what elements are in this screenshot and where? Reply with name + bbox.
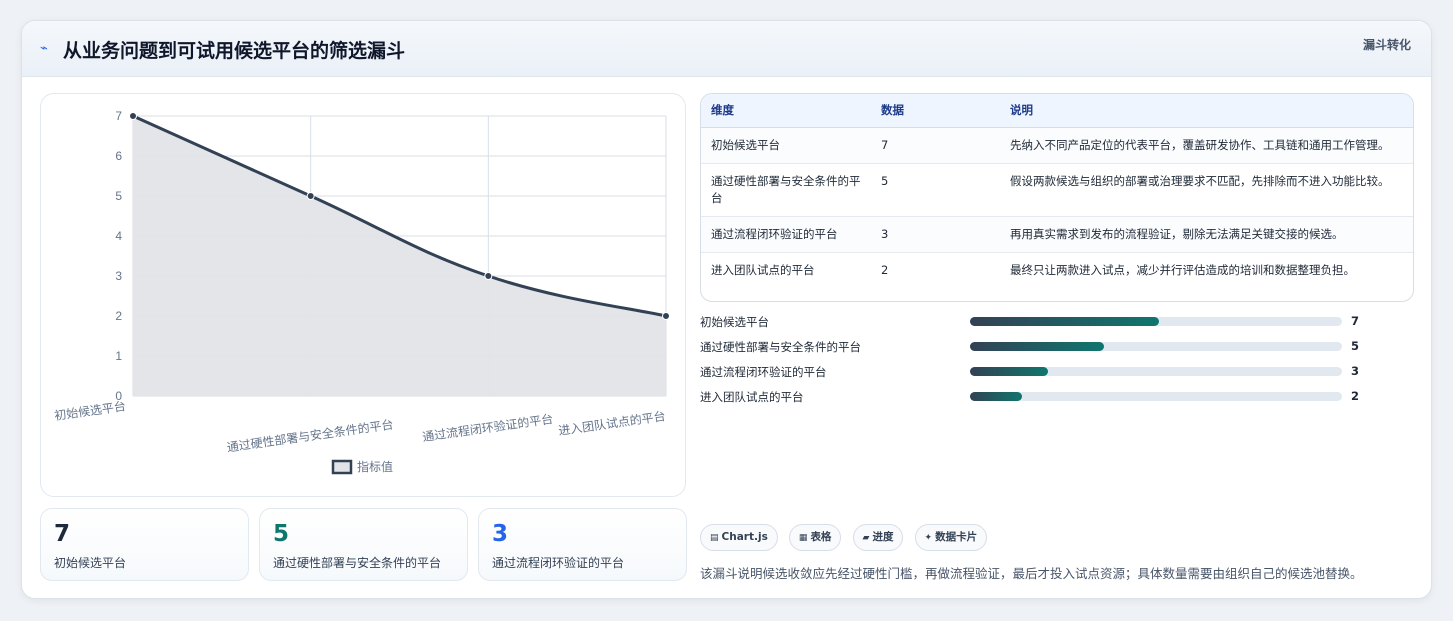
progress-row: 通过硬性部署与安全条件的平台 5 (700, 338, 1414, 363)
table-cell: 最终只让两款进入试点，减少并行评估造成的培训和数据整理负担。 (1010, 262, 1355, 277)
area-chart: 01234567初始候选平台通过硬性部署与安全条件的平台 通过流程闭环验证的平台进… (53, 109, 670, 475)
progress-label: 进入团队试点的平台 (700, 390, 804, 404)
stat-value: 3 (492, 521, 509, 547)
x-tick-label: 通过硬性部署与安全条件的平台 (226, 416, 394, 454)
chip-progress[interactable]: ▰ 进度 (852, 524, 904, 551)
table-cell: 先纳入不同产品定位的代表平台，覆盖研发协作、工具链和通用工作管理。 (1000, 127, 1413, 164)
column-header: 维度 (701, 94, 871, 128)
table-cell: 再用真实需求到发布的流程验证，剔除无法满足关键交接的候选。 (1000, 216, 1413, 253)
chip-table[interactable]: ▦ 表格 (788, 524, 842, 551)
table-cell: 初始候选平台 (701, 127, 871, 164)
series-area (133, 116, 666, 396)
column-header: 说明 (1000, 94, 1413, 128)
progress-fill (970, 367, 1049, 376)
progress-label: 通过流程闭环验证的平台 (700, 365, 827, 379)
progress-value: 3 (1351, 364, 1360, 378)
progress-row: 通过流程闭环验证的平台 3 (700, 363, 1414, 388)
footnote: 该漏斗说明候选收敛应先经过硬性门槛，再做流程验证，最后才投入试点资源；具体数量需… (700, 566, 1363, 581)
page-title: 从业务问题到可试用候选平台的筛选漏斗 (63, 40, 406, 62)
table-cell: 进入团队试点的平台 (711, 262, 815, 277)
stat-card: 3 通过流程闭环验证的平台 (478, 508, 687, 581)
table-cell: 7 (871, 127, 1000, 164)
stat-card: 7 初始候选平台 (40, 508, 249, 581)
stat-label: 初始候选平台 (54, 556, 127, 570)
y-tick-label: 2 (115, 309, 122, 323)
table-cell: 5 (871, 163, 1000, 217)
chart-icon: ▤ (710, 533, 719, 543)
progress-fill (970, 392, 1023, 401)
progress-icon: ▰ (862, 533, 870, 543)
chip-label: 表格 (810, 531, 832, 543)
y-tick-label: 4 (115, 229, 122, 243)
table-icon: ▦ (798, 533, 808, 543)
progress-fill (970, 317, 1159, 326)
stat-card: 5 通过硬性部署与安全条件的平台 (259, 508, 468, 581)
chart-panel: 0 1 2 3 4 5 6 7 初始候选平台 通过硬性部署与安全条件的平台 通过流程闭环验证的平台进… (40, 93, 686, 497)
trend-line-icon: ⌁ (40, 41, 48, 56)
table-row: 通过硬性部署与安全条件的平台 5 假设两款候选与组织的部署或治理要求不匹配，先排… (701, 163, 1413, 217)
progress-track (970, 317, 1342, 326)
chip-chartjs[interactable]: ▤ Chart.js (700, 524, 778, 551)
y-tick-label: 1 (115, 349, 122, 363)
chip-label: 数据卡片 (935, 531, 978, 543)
stat-value: 7 (54, 521, 71, 547)
progress-row: 初始候选平台 7 (700, 313, 1414, 338)
funnel-card: ⌁ 从业务问题到可试用候选平台的筛选漏斗 漏斗转化 0 1 2 3 4 5 6 7 初始候选平台… (21, 20, 1432, 599)
data-point (662, 312, 670, 320)
progress-value: 7 (1351, 314, 1360, 328)
progress-list: 初始候选平台 7 通过硬性部署与安全条件的平台 5 通过流程闭环验证的平台 3 … (700, 313, 1414, 413)
column-header: 数据 (871, 94, 1000, 128)
table-header-row: 维度 数据 说明 (701, 94, 1413, 128)
table-cell: 假设两款候选与组织的部署或治理要求不匹配，先排除而不进入功能比较。 (1000, 163, 1413, 217)
progress-track (970, 392, 1342, 401)
legend-label: 指标值 (357, 459, 393, 474)
x-tick-label: 通过流程闭环验证的平台 (421, 411, 554, 444)
y-tick-label: 7 (115, 109, 122, 123)
tag-chips: ▤ Chart.js ▦ 表格 ▰ 进度 ✦ 数据卡片 (700, 524, 993, 551)
data-table: 维度 数据 说明 初始候选平台 7 先纳入不同产品定位的代表平台，覆盖研发协作、… (700, 93, 1414, 302)
data-point (306, 192, 315, 200)
card-icon: ✦ (924, 533, 933, 543)
progress-label: 初始候选平台 (700, 315, 769, 329)
chip-label: 进度 (872, 531, 894, 543)
stat-label: 通过硬性部署与安全条件的平台 (273, 556, 442, 570)
table-row: 初始候选平台 7 先纳入不同产品定位的代表平台，覆盖研发协作、工具链和通用工作管… (701, 127, 1413, 164)
funnel-tag: 漏斗转化 (1362, 38, 1411, 52)
progress-value: 2 (1351, 389, 1360, 403)
table-cell: 通过硬性部署与安全条件的平台 (701, 163, 871, 217)
data-point (484, 272, 493, 280)
stat-cards: 7 初始候选平台 5 通过硬性部署与安全条件的平台 3 通过流程闭环验证的平台 (40, 508, 687, 581)
stat-value: 5 (273, 521, 290, 547)
progress-fill (970, 342, 1104, 351)
table-row: 通过流程闭环验证的平台 3 再用真实需求到发布的流程验证，剔除无法满足关键交接的… (701, 216, 1413, 253)
progress-value: 5 (1351, 339, 1360, 353)
table-row: 进入团队试点的平台 2 最终只让两款进入试点，减少并行评估造成的培训和数据整理负… (701, 252, 1413, 288)
progress-track (970, 342, 1342, 351)
table-cell: 3 (871, 216, 1000, 253)
data-point (129, 112, 137, 120)
x-tick-label: 进入团队试点的平台 (557, 408, 666, 438)
progress-label: 通过硬性部署与安全条件的平台 (700, 340, 861, 354)
stat-label: 通过流程闭环验证的平台 (492, 556, 625, 570)
legend-swatch (331, 459, 353, 475)
card-header: ⌁ 从业务问题到可试用候选平台的筛选漏斗 漏斗转化 (22, 21, 1431, 77)
y-tick-label: 3 (115, 269, 122, 283)
y-tick-label: 6 (115, 149, 122, 163)
x-tick-label: 初始候选平台 (53, 398, 126, 423)
progress-track (970, 367, 1342, 376)
table-cell: 2 (881, 262, 889, 277)
chip-label: Chart.js (721, 531, 768, 543)
progress-row: 进入团队试点的平台 2 (700, 388, 1414, 413)
chip-data-cards[interactable]: ✦ 数据卡片 (914, 524, 988, 551)
y-tick-label: 5 (115, 189, 122, 203)
table-cell: 通过流程闭环验证的平台 (701, 216, 871, 253)
